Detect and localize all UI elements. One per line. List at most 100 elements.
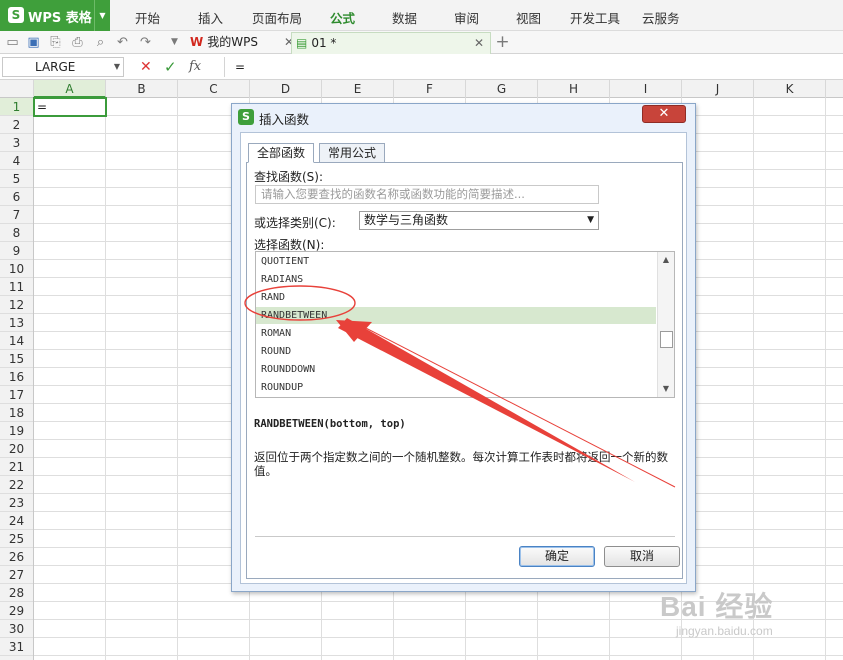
- undo-icon[interactable]: ↶: [114, 34, 131, 51]
- column-header-c[interactable]: C: [178, 80, 250, 98]
- menu-cloud[interactable]: 云服务: [642, 8, 680, 27]
- menu-review[interactable]: 审阅: [454, 8, 479, 27]
- column-header-i[interactable]: I: [610, 80, 682, 98]
- column-header-b[interactable]: B: [106, 80, 178, 98]
- function-item[interactable]: ROUNDDOWN: [256, 361, 656, 378]
- menu-home[interactable]: 开始: [135, 8, 160, 27]
- function-item[interactable]: RADIANS: [256, 271, 656, 288]
- row-header-11[interactable]: 11: [0, 278, 33, 296]
- row-header-15[interactable]: 15: [0, 350, 33, 368]
- column-header-d[interactable]: D: [250, 80, 322, 98]
- column-header-a[interactable]: A: [34, 80, 106, 98]
- dialog-title: 插入函数: [259, 112, 310, 127]
- column-header-f[interactable]: F: [394, 80, 466, 98]
- row-header-29[interactable]: 29: [0, 602, 33, 620]
- menu-insert[interactable]: 插入: [198, 8, 223, 27]
- dialog-titlebar[interactable]: S 插入函数 ✕: [232, 104, 695, 130]
- chevron-down-icon[interactable]: ▼: [114, 58, 120, 76]
- row-header-28[interactable]: 28: [0, 584, 33, 602]
- list-scrollbar[interactable]: ▲ ▼: [657, 252, 674, 397]
- row-header-24[interactable]: 24: [0, 512, 33, 530]
- active-cell-a1[interactable]: =: [33, 97, 107, 117]
- watermark-logo: Bai 经验: [660, 591, 774, 622]
- redo-icon[interactable]: ↷: [137, 34, 154, 51]
- row-header-5[interactable]: 5: [0, 170, 33, 188]
- row-header-14[interactable]: 14: [0, 332, 33, 350]
- function-item[interactable]: QUOTIENT: [256, 253, 656, 270]
- scroll-down-icon[interactable]: ▼: [658, 382, 674, 396]
- row-header-26[interactable]: 26: [0, 548, 33, 566]
- row-header-25[interactable]: 25: [0, 530, 33, 548]
- row-header-12[interactable]: 12: [0, 296, 33, 314]
- ok-button[interactable]: 确定: [519, 546, 595, 567]
- function-item[interactable]: ROUND: [256, 343, 656, 360]
- row-header-13[interactable]: 13: [0, 314, 33, 332]
- function-item[interactable]: RAND: [256, 289, 656, 306]
- row-header-1[interactable]: 1: [0, 98, 33, 116]
- column-header-e[interactable]: E: [322, 80, 394, 98]
- row-header-30[interactable]: 30: [0, 620, 33, 638]
- row-header-20[interactable]: 20: [0, 440, 33, 458]
- row-header-7[interactable]: 7: [0, 206, 33, 224]
- tab-document[interactable]: ▤ 01 * ✕: [291, 32, 491, 54]
- chevron-down-icon[interactable]: ▼: [94, 0, 110, 31]
- row-header-27[interactable]: 27: [0, 566, 33, 584]
- chevron-down-icon[interactable]: ▼: [587, 212, 594, 229]
- column-header-h[interactable]: H: [538, 80, 610, 98]
- row-header-10[interactable]: 10: [0, 260, 33, 278]
- function-item[interactable]: ROUNDUP: [256, 379, 656, 396]
- scroll-up-icon[interactable]: ▲: [658, 253, 674, 267]
- row-header-23[interactable]: 23: [0, 494, 33, 512]
- scroll-thumb[interactable]: [660, 331, 673, 348]
- tab-common-formulas[interactable]: 常用公式: [319, 143, 386, 163]
- column-header-g[interactable]: G: [466, 80, 538, 98]
- insert-function-dialog: S 插入函数 ✕ 全部函数 常用公式 查找函数(S): 请输入您要查找的函数名称…: [231, 103, 696, 592]
- export-pdf-icon[interactable]: ⎘: [47, 34, 64, 51]
- cancel-button[interactable]: 取消: [604, 546, 680, 567]
- function-search-input[interactable]: 请输入您要查找的函数名称或函数功能的简要描述...: [255, 185, 599, 204]
- row-header-3[interactable]: 3: [0, 134, 33, 152]
- open-folder-icon[interactable]: ▭: [4, 34, 21, 51]
- close-icon[interactable]: ✕: [642, 105, 686, 123]
- menu-page-layout[interactable]: 页面布局: [252, 8, 302, 27]
- quick-access-toolbar: ▭ ▣ ⎘ ⎙ ⌕ ↶ ↷ ▼ W 我的WPS ✕ ▤ 01 * ✕ +: [0, 31, 843, 54]
- new-tab-icon[interactable]: +: [494, 34, 511, 51]
- row-header-17[interactable]: 17: [0, 386, 33, 404]
- menu-data[interactable]: 数据: [392, 8, 417, 27]
- category-select[interactable]: 数学与三角函数 ▼: [359, 211, 599, 230]
- close-icon[interactable]: ✕: [474, 33, 484, 54]
- print-icon[interactable]: ⎙: [69, 34, 86, 51]
- print-preview-icon[interactable]: ⌕: [92, 34, 109, 51]
- menu-developer[interactable]: 开发工具: [570, 8, 620, 27]
- column-header-j[interactable]: J: [682, 80, 754, 98]
- row-header-6[interactable]: 6: [0, 188, 33, 206]
- menu-view[interactable]: 视图: [516, 8, 541, 27]
- toolbar-more-icon[interactable]: ▼: [166, 34, 183, 51]
- row-header-21[interactable]: 21: [0, 458, 33, 476]
- row-header-9[interactable]: 9: [0, 242, 33, 260]
- tab-label: 我的WPS: [207, 35, 258, 49]
- function-item[interactable]: ROMAN: [256, 325, 656, 342]
- menu-formulas[interactable]: 公式: [330, 8, 355, 27]
- row-header-8[interactable]: 8: [0, 224, 33, 242]
- row-header-31[interactable]: 31: [0, 638, 33, 656]
- select-all-corner[interactable]: [0, 80, 34, 98]
- function-list[interactable]: QUOTIENT RADIANS RAND RANDBETWEEN ROMAN …: [255, 251, 675, 398]
- column-header-k[interactable]: K: [754, 80, 826, 98]
- row-header-18[interactable]: 18: [0, 404, 33, 422]
- row-header-2[interactable]: 2: [0, 116, 33, 134]
- row-header-22[interactable]: 22: [0, 476, 33, 494]
- function-item-selected[interactable]: RANDBETWEEN: [256, 307, 656, 324]
- row-header-19[interactable]: 19: [0, 422, 33, 440]
- tab-all-functions[interactable]: 全部函数: [248, 143, 315, 163]
- app-menu-button[interactable]: S WPS 表格 ▼: [0, 0, 110, 31]
- row-header-16[interactable]: 16: [0, 368, 33, 386]
- name-box[interactable]: LARGE ▼: [2, 57, 124, 77]
- save-icon[interactable]: ▣: [25, 34, 42, 51]
- tab-my-wps[interactable]: W 我的WPS ✕: [186, 32, 308, 54]
- formula-input[interactable]: =: [224, 57, 841, 77]
- insert-function-icon[interactable]: fx: [189, 59, 201, 74]
- cancel-formula-icon[interactable]: ✕: [140, 59, 152, 75]
- confirm-formula-icon[interactable]: ✓: [164, 58, 177, 76]
- row-header-4[interactable]: 4: [0, 152, 33, 170]
